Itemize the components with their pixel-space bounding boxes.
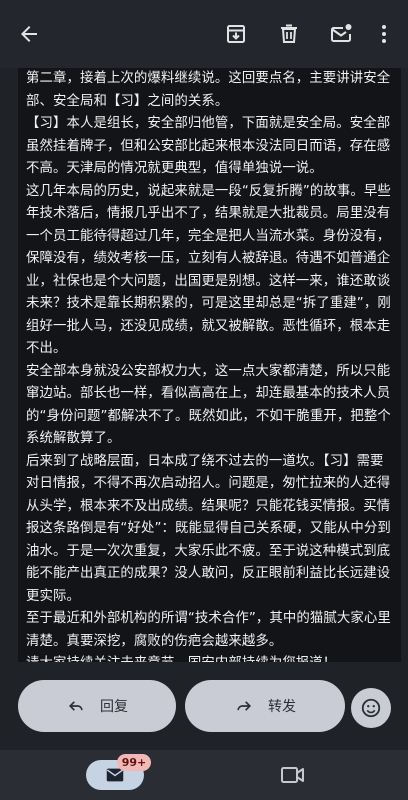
arrow-back-icon <box>21 26 37 42</box>
more-options-button[interactable] <box>372 20 396 48</box>
forward-icon <box>237 701 252 711</box>
bottom-navigation: 99+ <box>0 750 408 800</box>
mark-unread-button[interactable] <box>327 20 355 48</box>
message-paragraph: 这几年本局的历史，说起来就是一段“反复折腾”的故事。早些年技术落后，情报几乎出不… <box>26 183 391 357</box>
mail-unread-icon <box>331 24 352 42</box>
message-paragraph: 请大家持续关注未来章节，国安内部持续为您报道！ <box>26 653 393 662</box>
emoji-reaction-button[interactable] <box>351 688 391 728</box>
reply-label: 回复 <box>100 699 128 715</box>
nav-meet-button[interactable] <box>280 764 306 786</box>
message-paragraph: 【习】本人是组长，安全部归他管，下面就是安全局。安全部虽然挂着牌子，但和公安部比… <box>26 116 391 176</box>
message-paragraph: 至于最近和外部机构的所谓“技术合作”，其中的猫腻大家心里清楚。真要深挖，腐败的伤… <box>26 611 391 649</box>
trash-icon <box>281 24 297 43</box>
message-body: 第二章，接着上次的爆料继续说。这回要点名，主要讲讲安全部、安全局和【习】之间的关… <box>18 68 401 662</box>
emoji-icon <box>361 698 381 718</box>
reply-button[interactable]: 回复 <box>18 680 176 732</box>
action-bar: 回复 转发 <box>0 662 408 750</box>
forward-label: 转发 <box>268 699 296 715</box>
video-camera-icon <box>281 767 304 783</box>
message-text: 第二章，接着上次的爆料继续说。这回要点名，主要讲讲安全部、安全局和【习】之间的关… <box>18 68 401 662</box>
message-paragraph: 安全部本身就没公安部权力大，这一点大家都清楚，所以只能窜边站。部长也一样，看似高… <box>26 363 391 447</box>
reply-icon <box>68 701 83 711</box>
message-paragraph: 第二章，接着上次的爆料继续说。这回要点名，主要讲讲安全部、安全局和【习】之间的关… <box>26 71 391 109</box>
more-vert-icon <box>382 25 386 43</box>
top-app-bar <box>0 0 408 68</box>
delete-button[interactable] <box>275 20 303 48</box>
back-button[interactable] <box>15 20 43 48</box>
forward-button[interactable]: 转发 <box>185 680 345 732</box>
message-paragraph: 后来到了战略层面，日本成了绕不过去的一道坎。【习】需要对日情报，不得不再次启动招… <box>26 453 391 604</box>
unread-count-badge: 99+ <box>117 754 151 771</box>
archive-button[interactable] <box>222 20 250 48</box>
archive-icon <box>227 25 245 43</box>
